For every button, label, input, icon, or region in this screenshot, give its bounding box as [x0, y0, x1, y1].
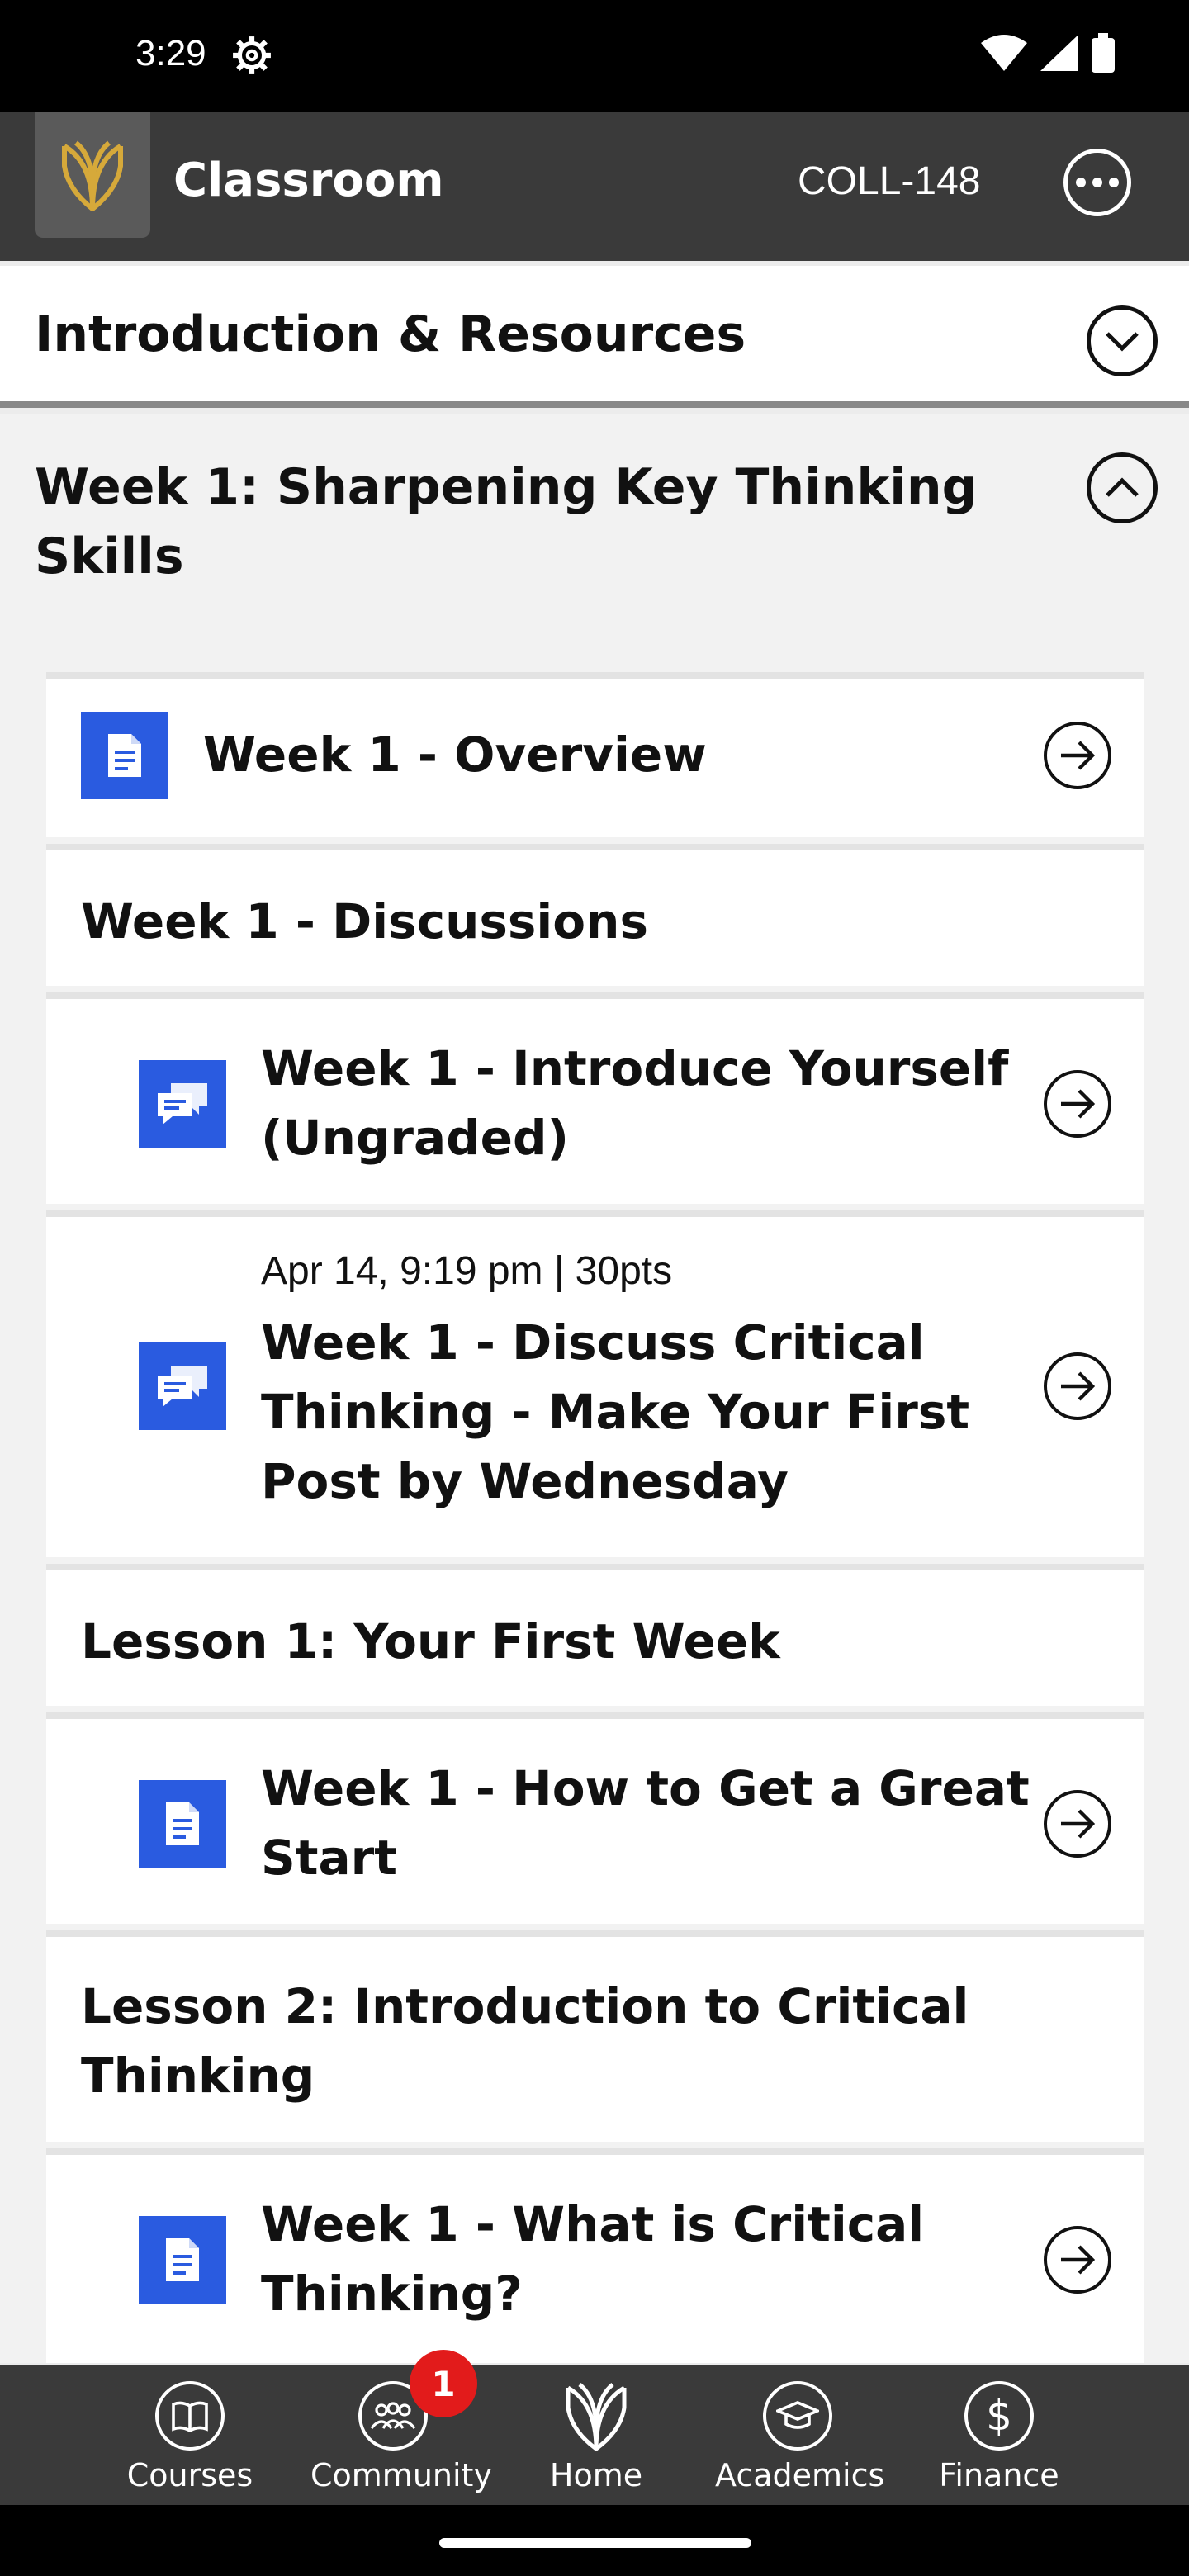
group-title: Lesson 1: Your First Week: [81, 1613, 780, 1669]
more-dot-icon: [1109, 178, 1119, 187]
document-icon: [139, 1780, 226, 1868]
nav-home[interactable]: Home: [514, 2381, 679, 2493]
nav-courses[interactable]: Courses: [107, 2381, 272, 2493]
app-title: Classroom: [173, 154, 444, 207]
discussion-icon: [139, 1060, 226, 1148]
wifi-icon: [981, 35, 1027, 71]
more-dot-icon: [1092, 178, 1102, 187]
arrow-right-icon[interactable]: [1044, 1352, 1111, 1420]
item-due-meta: Apr 14, 9:19 pm | 30pts: [261, 1249, 673, 1293]
nav-academics[interactable]: Academics: [715, 2381, 885, 2493]
bottom-navigation: Courses Community Home Academics $ Finan…: [0, 2365, 1189, 2505]
battery-icon: [1092, 33, 1115, 73]
shield-logo-icon: [62, 140, 123, 211]
group-header-lesson2: Lesson 2: Introduction to Critical Think…: [46, 1930, 1144, 2142]
nav-label: Community: [310, 2457, 492, 2493]
arrow-right-icon[interactable]: [1044, 2226, 1111, 2294]
item-title: Week 1 - What is Critical Thinking?: [261, 2196, 925, 2322]
item-title: Week 1 - Introduce Yourself (Ungraded): [261, 1040, 1009, 1166]
group-title: Week 1 - Discussions: [81, 893, 648, 949]
nav-label: Courses: [126, 2457, 253, 2493]
nav-label: Finance: [939, 2457, 1059, 2493]
list-item-great-start[interactable]: Week 1 - How to Get a Great Start: [46, 1712, 1144, 1924]
app-header: Classroom COLL-148: [0, 112, 1189, 261]
settings-gear-icon: [233, 36, 271, 74]
section-introduction[interactable]: Introduction & Resources: [0, 266, 1189, 408]
arrow-right-icon[interactable]: [1044, 1070, 1111, 1138]
nav-label: Home: [549, 2457, 643, 2493]
group-header-lesson1: Lesson 1: Your First Week: [46, 1564, 1144, 1706]
section-week1: Week 1: Sharpening Key Thinking Skills W…: [0, 414, 1189, 2363]
notification-badge: 1: [410, 2350, 477, 2417]
arrow-right-icon[interactable]: [1044, 722, 1111, 789]
more-dot-icon: [1076, 178, 1086, 187]
cell-signal-icon: [1040, 35, 1078, 71]
home-indicator[interactable]: [439, 2538, 751, 2548]
section-title: Introduction & Resources: [35, 305, 746, 363]
document-icon: [139, 2216, 226, 2304]
expand-chevron-down-icon[interactable]: [1087, 305, 1158, 376]
list-item-what-is-critical-thinking[interactable]: Week 1 - What is Critical Thinking?: [46, 2148, 1144, 2363]
more-options-button[interactable]: [1063, 149, 1131, 216]
arrow-right-icon[interactable]: [1044, 1790, 1111, 1858]
brand-logo[interactable]: [35, 112, 150, 238]
dollar-icon: $: [964, 2381, 1034, 2451]
list-item-introduce-yourself[interactable]: Week 1 - Introduce Yourself (Ungraded): [46, 992, 1144, 1204]
section-title: Week 1: Sharpening Key Thinking Skills: [35, 458, 978, 585]
list-item-discuss-critical-thinking[interactable]: Apr 14, 9:19 pm | 30pts Week 1 - Discuss…: [46, 1210, 1144, 1557]
nav-finance[interactable]: $ Finance: [917, 2381, 1082, 2493]
book-icon: [155, 2381, 225, 2451]
course-code: COLL-148: [798, 159, 981, 203]
gesture-bar: [0, 2505, 1189, 2576]
item-title: Week 1 - Overview: [203, 727, 707, 783]
status-bar: 3:29: [0, 0, 1189, 112]
group-header-discussions: Week 1 - Discussions: [46, 844, 1144, 986]
list-item-overview[interactable]: Week 1 - Overview: [46, 672, 1144, 837]
group-title: Lesson 2: Introduction to Critical Think…: [81, 1978, 969, 2104]
item-title: Week 1 - How to Get a Great Start: [261, 1760, 1030, 1886]
shield-home-icon: [561, 2381, 631, 2451]
discussion-icon: [139, 1342, 226, 1430]
document-icon: [81, 712, 168, 799]
nav-label: Academics: [715, 2457, 885, 2493]
item-title: Week 1 - Discuss Critical Thinking - Mak…: [261, 1314, 970, 1509]
collapse-chevron-up-icon[interactable]: [1087, 452, 1158, 523]
status-time: 3:29: [135, 33, 206, 73]
graduation-cap-icon: [763, 2381, 832, 2451]
